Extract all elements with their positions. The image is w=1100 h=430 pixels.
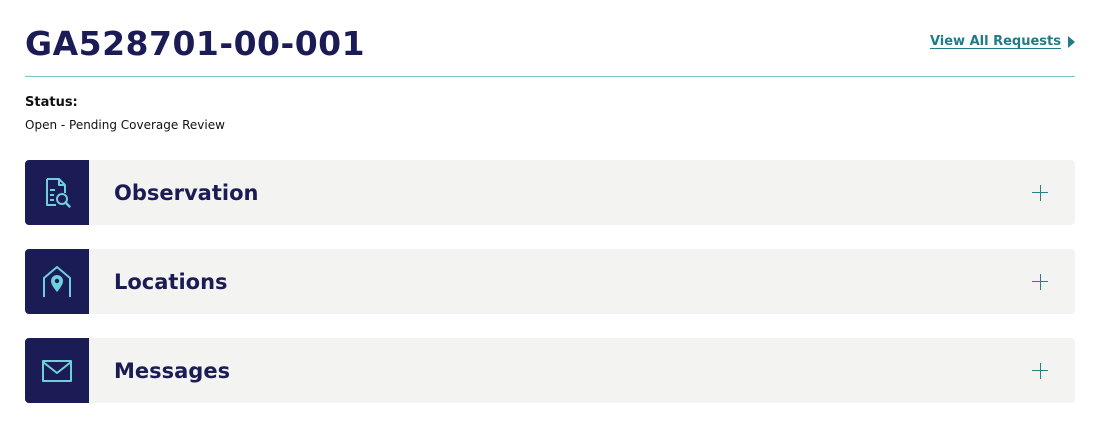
home-location-pin-icon — [43, 265, 71, 297]
messages-section-toggle[interactable]: Messages — [25, 338, 1075, 403]
observation-section-title[interactable]: Observation — [114, 181, 1030, 205]
request-header: GA528701-00-001 View All Requests — [25, 0, 1075, 77]
observation-section-toggle[interactable]: Observation — [25, 160, 1075, 225]
caret-right-icon[interactable] — [1068, 35, 1075, 48]
expand-plus-icon[interactable] — [1030, 272, 1050, 292]
request-detail-page: GA528701-00-001 View All Requests Status… — [25, 0, 1075, 403]
request-id-title: GA528701-00-001 — [25, 24, 366, 63]
expand-plus-icon[interactable] — [1030, 183, 1050, 203]
observation-icon-box — [25, 160, 89, 225]
status-value: Open - Pending Coverage Review — [25, 118, 225, 132]
messages-section-title[interactable]: Messages — [114, 359, 1030, 383]
status-block: Status: Open - Pending Coverage Review — [25, 94, 225, 133]
locations-section-title[interactable]: Locations — [114, 270, 1030, 294]
messages-icon-box — [25, 338, 89, 403]
envelope-icon — [42, 359, 72, 382]
status-label: Status: — [25, 95, 78, 110]
expand-plus-icon[interactable] — [1030, 361, 1050, 381]
locations-section-toggle[interactable]: Locations — [25, 249, 1075, 314]
locations-icon-box — [25, 249, 89, 314]
document-search-icon — [46, 177, 71, 208]
view-all-requests-link[interactable]: View All Requests — [930, 34, 1075, 49]
view-all-requests-label[interactable]: View All Requests — [930, 34, 1061, 49]
